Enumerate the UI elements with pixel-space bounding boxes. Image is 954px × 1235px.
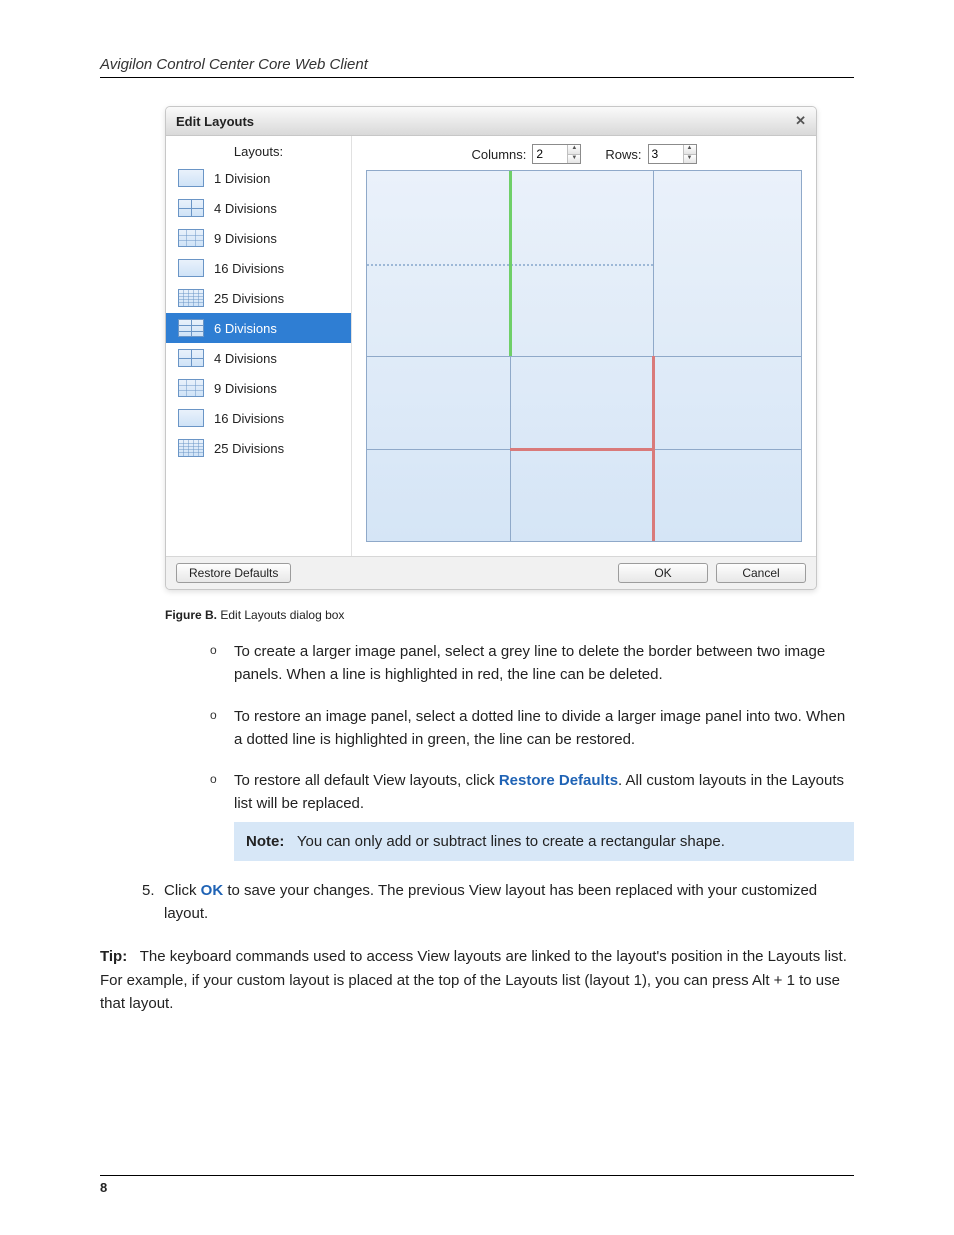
ok-link: OK [201,882,224,899]
layouts-list: 1 Division 4 Divisions 9 Divisions 16 Divis… [166,163,351,556]
document-header: Avigilon Control Center Core Web Client [100,56,854,78]
layout-item-label: 6 Divisions [214,321,277,336]
columns-label: Columns: [471,147,526,162]
dialog-titlebar: Edit Layouts ✕ [166,107,816,136]
layouts-label: Layouts: [166,136,351,163]
edit-layouts-dialog: Edit Layouts ✕ Layouts: 1 Division 4 Divi… [165,106,817,590]
layout-grid-icon [178,229,204,247]
note-box: Note: You can only add or subtract lines… [234,822,854,861]
close-icon[interactable]: ✕ [795,113,806,129]
grid-line-highlight-red[interactable] [510,448,653,451]
grid-line-highlight-green[interactable] [509,171,512,356]
columns-input[interactable] [533,145,567,163]
layout-item[interactable]: 16 Divisions [166,253,351,283]
layout-grid-icon [178,319,204,337]
page-number: 8 [100,1175,854,1195]
layout-item[interactable]: 4 Divisions [166,343,351,373]
layout-item-label: 4 Divisions [214,201,277,216]
instruction-step: 5. Click OK to save your changes. The pr… [142,879,854,926]
layout-item-label: 25 Divisions [214,291,284,306]
instruction-bullet: To restore all default View layouts, cli… [210,769,854,861]
ok-button[interactable]: OK [618,563,708,583]
rows-label: Rows: [605,147,641,162]
restore-defaults-button[interactable]: Restore Defaults [176,563,291,583]
layout-grid-icon [178,439,204,457]
restore-defaults-link: Restore Defaults [499,772,618,789]
layout-grid-icon [178,169,204,187]
rows-down-icon[interactable]: ▼ [684,155,696,164]
layout-item-label: 16 Divisions [214,411,284,426]
columns-down-icon[interactable]: ▼ [568,155,580,164]
layout-item[interactable]: 9 Divisions [166,373,351,403]
layout-item[interactable]: 6 Divisions [166,313,351,343]
layout-item[interactable]: 16 Divisions [166,403,351,433]
rows-stepper[interactable]: ▲ ▼ [648,144,697,164]
layout-grid-icon [178,349,204,367]
cancel-button[interactable]: Cancel [716,563,806,583]
tip-paragraph: Tip: The keyboard commands used to acces… [100,945,854,1015]
rows-up-icon[interactable]: ▲ [684,145,696,155]
layout-item-label: 16 Divisions [214,261,284,276]
columns-stepper[interactable]: ▲ ▼ [532,144,581,164]
layout-item-label: 25 Divisions [214,441,284,456]
layout-grid-icon [178,199,204,217]
layout-item-label: 9 Divisions [214,231,277,246]
layout-grid-icon [178,409,204,427]
layout-grid-icon [178,379,204,397]
layout-item-label: 1 Division [214,171,270,186]
layout-grid-icon [178,259,204,277]
layout-grid-icon [178,289,204,307]
grid-line[interactable] [367,356,801,357]
layout-item-label: 4 Divisions [214,351,277,366]
layout-item[interactable]: 4 Divisions [166,193,351,223]
layout-item[interactable]: 25 Divisions [166,433,351,463]
layout-item-label: 9 Divisions [214,381,277,396]
dialog-title: Edit Layouts [176,114,254,129]
figure-caption: Figure B. Edit Layouts dialog box [165,608,854,622]
rows-input[interactable] [649,145,683,163]
layout-item[interactable]: 25 Divisions [166,283,351,313]
instruction-bullet: To restore an image panel, select a dott… [210,705,854,752]
layout-preview[interactable] [366,170,802,542]
layout-item[interactable]: 1 Division [166,163,351,193]
columns-up-icon[interactable]: ▲ [568,145,580,155]
layout-item[interactable]: 9 Divisions [166,223,351,253]
instruction-bullet: To create a larger image panel, select a… [210,640,854,687]
